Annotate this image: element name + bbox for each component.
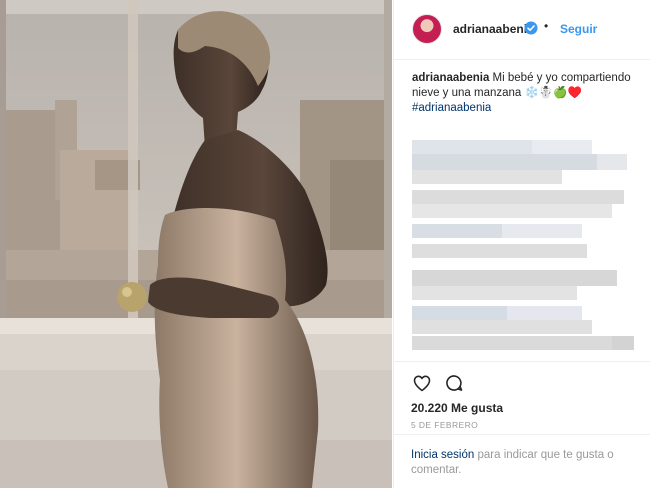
- follow-button[interactable]: Seguir: [560, 22, 597, 36]
- separator-dot: •: [544, 19, 549, 33]
- avatar[interactable]: [412, 14, 442, 44]
- post-actions: 20.220 Me gusta 5 DE FEBRERO: [394, 361, 650, 441]
- login-prompt: Inicia sesión para indicar que te gusta …: [394, 434, 650, 478]
- heart-icon[interactable]: [412, 373, 432, 393]
- post-header: adrianaabenia • Seguir: [394, 0, 650, 60]
- blurred-comments: [412, 140, 637, 360]
- photo-illustration: [0, 0, 392, 488]
- post-date: 5 DE FEBRERO: [411, 420, 479, 430]
- caption-username[interactable]: adrianaabenia: [412, 72, 489, 84]
- comment-icon[interactable]: [444, 373, 464, 393]
- post-sidebar: adrianaabenia • Seguir adrianaabenia Mi …: [393, 0, 650, 488]
- likes-count[interactable]: 20.220 Me gusta: [411, 401, 503, 415]
- post-caption: adrianaabenia Mi bebé y yo compartiendo …: [412, 71, 637, 116]
- login-link[interactable]: Inicia sesión: [411, 449, 474, 461]
- post-photo[interactable]: [0, 0, 392, 488]
- hashtag-link[interactable]: #adrianaabenia: [412, 101, 637, 116]
- username-link[interactable]: adrianaabenia: [453, 22, 534, 36]
- verified-badge-icon: [524, 21, 538, 35]
